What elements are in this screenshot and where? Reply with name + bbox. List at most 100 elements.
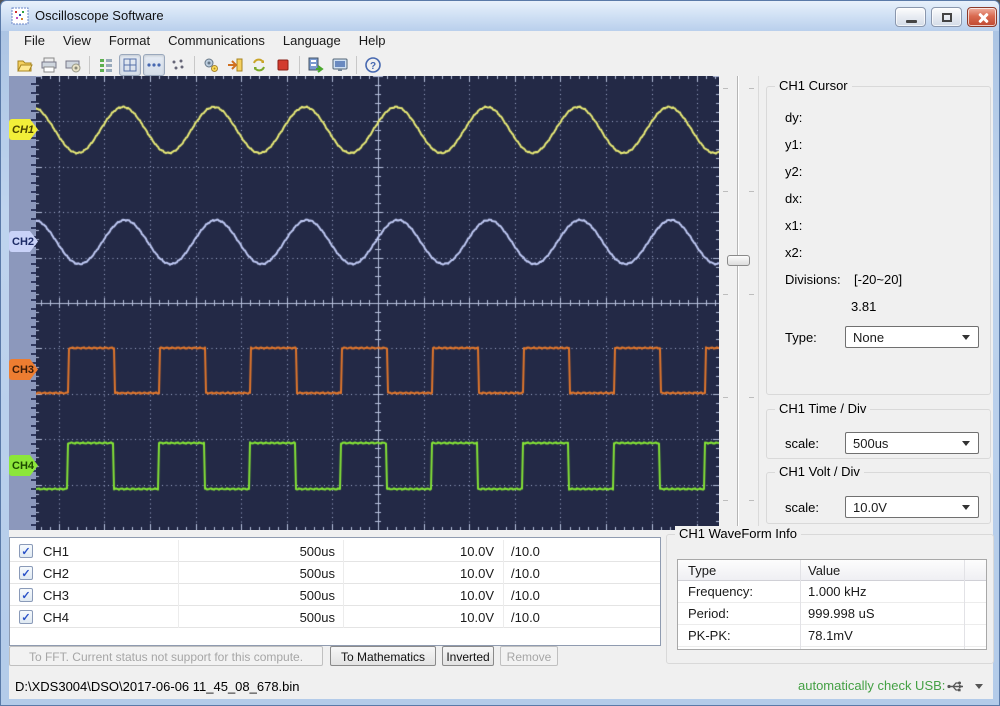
table-row-ch3[interactable]: ✓ CH3 500us 10.0V /10.0 xyxy=(10,584,660,606)
cursor-type-select[interactable]: None xyxy=(845,326,979,348)
toolbar-separator xyxy=(89,56,90,74)
title-bar[interactable]: Oscilloscope Software xyxy=(1,1,1000,31)
time-scale-label: scale: xyxy=(785,436,819,451)
volt-div-title: CH1 Volt / Div xyxy=(775,464,864,479)
column-separator xyxy=(503,606,504,628)
column-separator xyxy=(343,540,344,562)
close-button[interactable] xyxy=(967,7,997,27)
to-fft-button[interactable]: To FFT. Current status not support for t… xyxy=(9,646,323,666)
channel-tag-ch3[interactable]: CH3 xyxy=(9,359,38,380)
remove-button[interactable]: Remove xyxy=(500,646,558,666)
menu-file[interactable]: File xyxy=(15,31,54,52)
menu-communications[interactable]: Communications xyxy=(159,31,274,52)
scatter-dots-icon xyxy=(169,56,187,74)
svg-text:?: ? xyxy=(370,61,376,72)
info-type: Period: xyxy=(688,606,729,621)
slider-track[interactable] xyxy=(737,76,739,530)
print-setup-button[interactable] xyxy=(62,54,84,76)
channel-list-button[interactable] xyxy=(95,54,117,76)
grid-toggle-button[interactable] xyxy=(119,54,141,76)
volt-scale-value: 10.0V xyxy=(853,500,887,515)
menu-help[interactable]: Help xyxy=(350,31,395,52)
ellipsis-dots-icon xyxy=(145,56,163,74)
maximize-button[interactable] xyxy=(931,7,962,27)
channel-name: CH1 xyxy=(43,544,69,559)
help-icon: ? xyxy=(364,56,382,74)
dots-display-button[interactable] xyxy=(143,54,165,76)
channel-checkbox[interactable]: ✓ xyxy=(19,588,33,602)
channel-probe: /10.0 xyxy=(511,544,540,559)
column-separator xyxy=(178,584,179,606)
menu-view[interactable]: View xyxy=(54,31,100,52)
column-separator xyxy=(503,562,504,584)
waveform-display[interactable] xyxy=(36,76,719,530)
channel-checkbox[interactable]: ✓ xyxy=(19,610,33,624)
settings-button[interactable] xyxy=(200,54,222,76)
slider-tick xyxy=(749,191,754,192)
table-row-ch2[interactable]: ✓ CH2 500us 10.0V /10.0 xyxy=(10,562,660,584)
usb-dropdown-button[interactable] xyxy=(971,678,988,694)
points-display-button[interactable] xyxy=(167,54,189,76)
minimize-button[interactable] xyxy=(895,7,926,27)
screen-capture-button[interactable] xyxy=(329,54,351,76)
channel-gutter: CH1 CH2 CH3 CH4 xyxy=(9,76,36,530)
volt-scale-select[interactable]: 10.0V xyxy=(845,496,979,518)
slider-tick xyxy=(723,191,728,192)
channel-name: CH2 xyxy=(43,566,69,581)
cursor-x1-label: x1: xyxy=(785,218,802,233)
connect-device-button[interactable] xyxy=(224,54,246,76)
open-file-button[interactable] xyxy=(14,54,36,76)
to-mathematics-button[interactable]: To Mathematics xyxy=(330,646,436,666)
info-row-pkpk: PK-PK: 78.1mV xyxy=(678,625,986,647)
info-value: 78.1mV xyxy=(808,628,853,643)
column-separator xyxy=(178,606,179,628)
connect-icon xyxy=(226,56,244,74)
table-row-ch1[interactable]: ✓ CH1 500us 10.0V /10.0 xyxy=(10,540,660,562)
info-type: PK-PK: xyxy=(688,628,731,643)
cursor-dx-label: dx: xyxy=(785,191,802,206)
menu-format[interactable]: Format xyxy=(100,31,159,52)
print-button[interactable] xyxy=(38,54,60,76)
column-separator xyxy=(503,540,504,562)
table-row-ch4[interactable]: ✓ CH4 500us 10.0V /10.0 xyxy=(10,606,660,628)
channel-volt: 10.0V xyxy=(345,566,494,581)
channel-tag-ch1[interactable]: CH1 xyxy=(9,119,38,140)
channel-time: 500us xyxy=(180,588,335,603)
channel-volt: 10.0V xyxy=(345,610,494,625)
open-folder-icon xyxy=(16,56,34,74)
help-button[interactable]: ? xyxy=(362,54,384,76)
slider-thumb[interactable] xyxy=(727,255,750,266)
export-data-button[interactable] xyxy=(305,54,327,76)
time-scale-value: 500us xyxy=(853,436,888,451)
channel-tag-ch2[interactable]: CH2 xyxy=(9,231,38,252)
channel-name: CH3 xyxy=(43,588,69,603)
inverted-button[interactable]: Inverted xyxy=(442,646,494,666)
cursor-dy-label: dy: xyxy=(785,110,802,125)
channel-checkbox[interactable]: ✓ xyxy=(19,544,33,558)
channel-volt: 10.0V xyxy=(345,588,494,603)
info-value: 1.000 kHz xyxy=(808,584,867,599)
stop-icon xyxy=(274,56,292,74)
slider-tick xyxy=(749,397,754,398)
file-path: D:\XDS3004\DSO\2017-06-06 11_45_08_678.b… xyxy=(15,679,300,694)
toolbar-separator xyxy=(299,56,300,74)
info-type: Frequency: xyxy=(688,584,753,599)
cursor-panel-title: CH1 Cursor xyxy=(775,78,852,93)
channels-table: ✓ CH1 500us 10.0V /10.0 ✓ CH2 500us 10.0… xyxy=(9,537,661,646)
cursor-y1-label: y1: xyxy=(785,137,802,152)
channel-checkbox[interactable]: ✓ xyxy=(19,566,33,580)
channel-tag-ch4[interactable]: CH4 xyxy=(9,455,38,476)
time-scale-select[interactable]: 500us xyxy=(845,432,979,454)
stop-button[interactable] xyxy=(272,54,294,76)
channel-probe: /10.0 xyxy=(511,610,540,625)
divisions-label: Divisions: xyxy=(785,272,841,287)
waveform-info-table: Type Value Frequency: 1.000 kHz Period: … xyxy=(677,559,987,650)
column-separator xyxy=(343,562,344,584)
channel-time: 500us xyxy=(180,566,335,581)
toolbar-separator xyxy=(356,56,357,74)
menu-language[interactable]: Language xyxy=(274,31,350,52)
usb-icon xyxy=(947,680,967,693)
monitor-icon xyxy=(331,56,349,74)
auto-refresh-button[interactable] xyxy=(248,54,270,76)
info-row-frequency: Frequency: 1.000 kHz xyxy=(678,581,986,603)
